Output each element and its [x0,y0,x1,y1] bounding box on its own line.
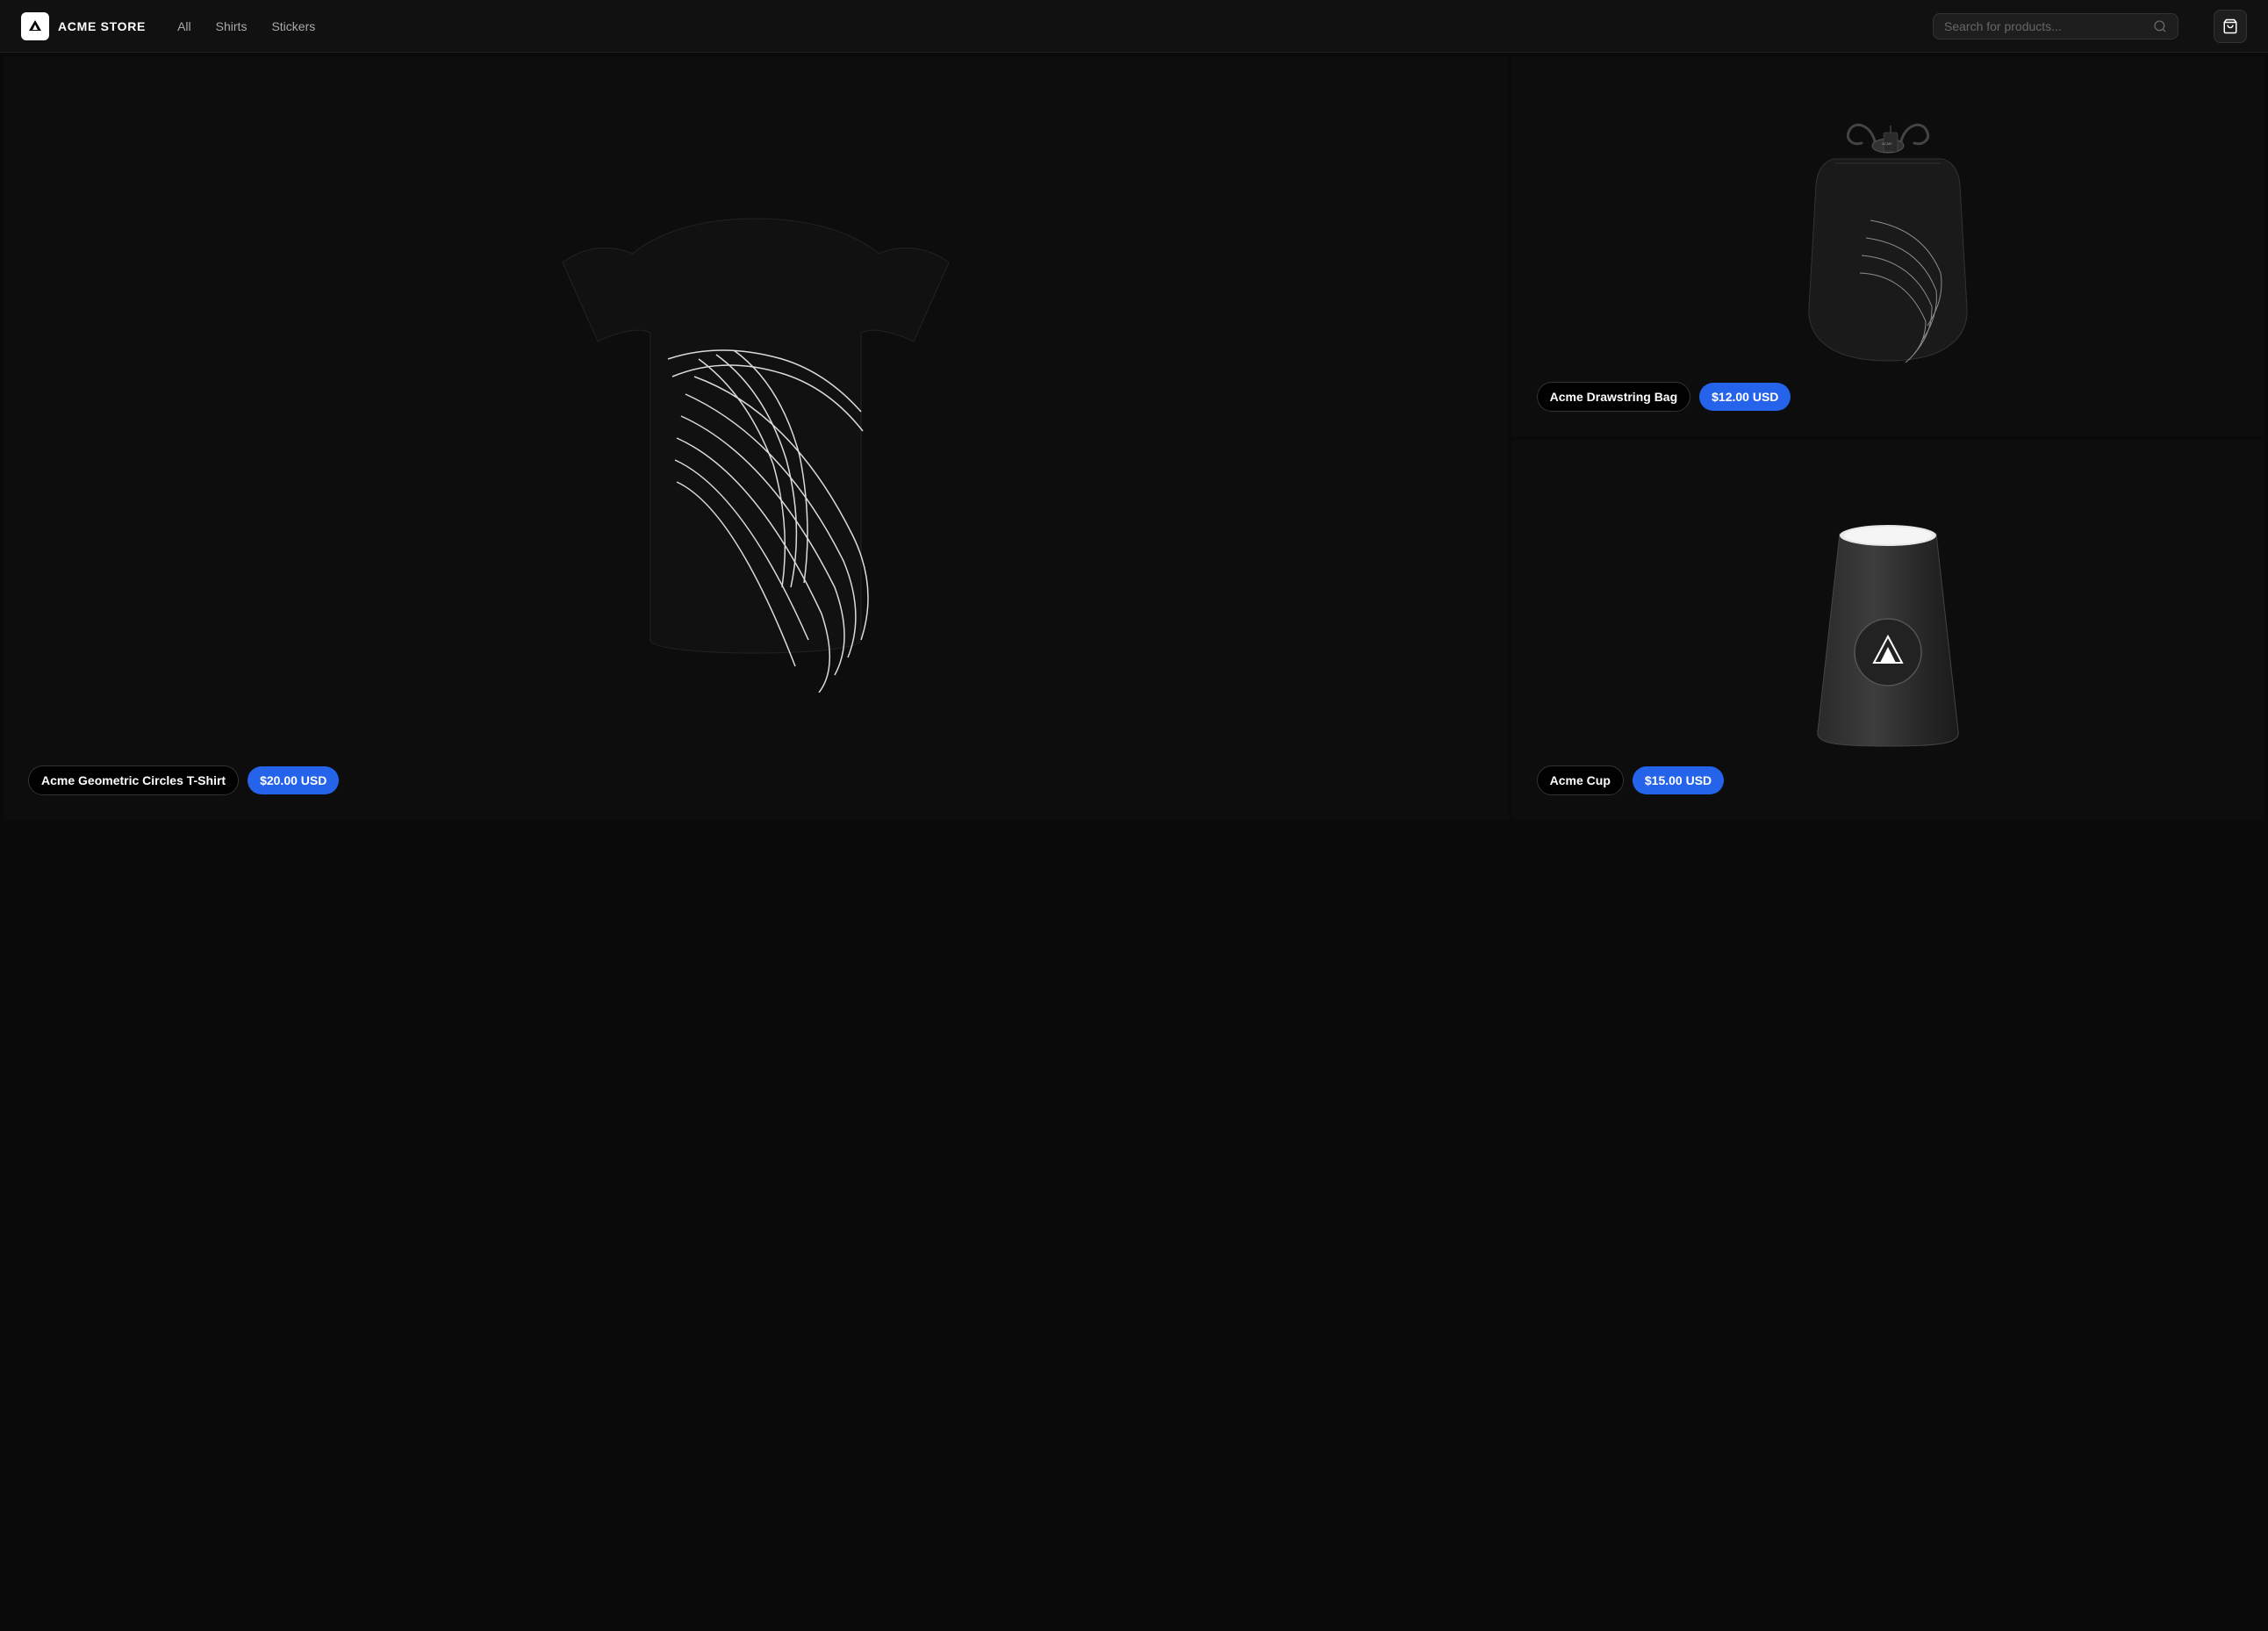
tshirt-price[interactable]: $20.00 USD [248,766,339,794]
cart-icon [2222,18,2238,34]
search-icon [2153,19,2167,33]
nav-all[interactable]: All [167,14,202,39]
cup-illustration [1800,507,1976,753]
nav-shirts[interactable]: Shirts [205,14,258,39]
tshirt-image-area [4,56,1509,820]
navbar: ACME STORE All Shirts Stickers [0,0,2268,53]
product-card-bag[interactable]: ACME Acme Drawstring Bag $12.00 USD [1512,56,2264,436]
bag-name: Acme Drawstring Bag [1537,382,1690,412]
cup-price[interactable]: $15.00 USD [1633,766,1724,794]
cup-name: Acme Cup [1537,765,1624,795]
product-card-cup[interactable]: Acme Cup $15.00 USD [1512,440,2264,820]
tshirt-label: Acme Geometric Circles T-Shirt $20.00 US… [28,765,339,795]
bag-price[interactable]: $12.00 USD [1699,383,1791,411]
acme-logo-icon [27,18,43,34]
brand-name: ACME STORE [58,19,146,33]
cup-image-area [1512,440,2264,820]
search-bar[interactable] [1933,13,2178,40]
bag-illustration: ACME [1791,115,1984,378]
tshirt-name: Acme Geometric Circles T-Shirt [28,765,239,795]
bag-image-area: ACME [1512,56,2264,436]
search-input[interactable] [1944,19,2146,33]
brand-logo-area[interactable]: ACME STORE [21,12,146,40]
nav-links: All Shirts Stickers [167,14,326,39]
svg-text:ACME: ACME [1883,141,1893,146]
brand-logo [21,12,49,40]
product-grid: Acme Geometric Circles T-Shirt $20.00 US… [0,53,2268,823]
tshirt-illustration [545,183,966,693]
cart-button[interactable] [2214,10,2247,43]
cup-label: Acme Cup $15.00 USD [1537,765,1725,795]
bag-label: Acme Drawstring Bag $12.00 USD [1537,382,1791,412]
product-card-tshirt[interactable]: Acme Geometric Circles T-Shirt $20.00 US… [4,56,1509,820]
nav-stickers[interactable]: Stickers [261,14,326,39]
